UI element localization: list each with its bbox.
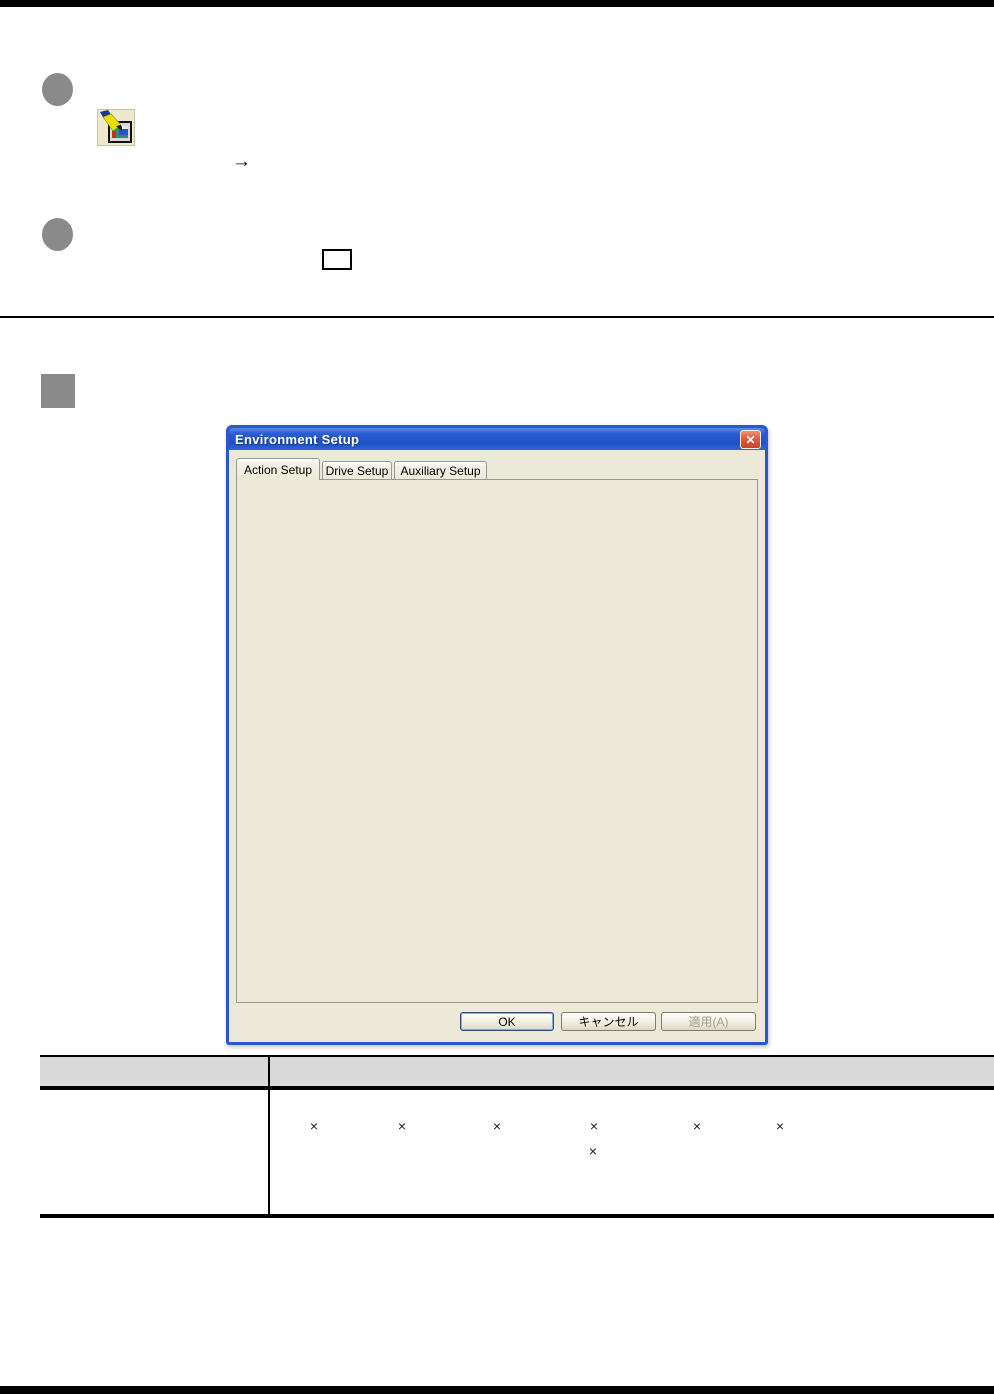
key-box [322,249,352,270]
table-x-mark: × [492,1118,502,1134]
tab-label: Auxiliary Setup [400,464,481,478]
environment-setup-dialog: Environment Setup ✕ Action Setup Drive S… [226,425,768,1045]
table-x-mark: × [692,1118,702,1134]
table-bottom-border [40,1214,994,1218]
table-column-divider [268,1055,270,1214]
close-icon: ✕ [745,432,756,447]
tab-drive-setup[interactable]: Drive Setup [322,461,392,480]
apply-button[interactable]: 適用(A) [661,1012,756,1031]
flow-arrow: → [232,151,251,172]
page-bottom-rule [0,1386,994,1394]
table-x-mark: × [309,1118,319,1134]
table-x-mark: × [397,1118,407,1134]
table-x-mark: × [589,1118,599,1134]
table-header-row [40,1057,994,1086]
table-header-border [40,1086,994,1090]
close-button[interactable]: ✕ [740,430,761,449]
page-top-rule [0,0,994,7]
section-marker [41,374,75,408]
section-divider [0,316,994,318]
dialog-titlebar[interactable]: Environment Setup ✕ [229,428,765,450]
tab-page-action-setup [236,479,758,1003]
cancel-button[interactable]: キャンセル [561,1012,656,1031]
step-marker-1 [42,73,73,106]
table-x-mark: × [775,1118,785,1134]
tab-label: Drive Setup [325,464,389,478]
step-marker-2 [42,218,73,251]
ok-button[interactable]: OK [460,1012,554,1031]
tab-label: Action Setup [243,462,313,477]
tab-auxiliary-setup[interactable]: Auxiliary Setup [394,461,487,480]
tab-action-setup[interactable]: Action Setup [236,458,320,480]
table-x-mark-secondary: × [588,1143,598,1159]
manual-page: → Environment Setup ✕ Action Setup Drive… [0,0,994,1394]
environment-setup-icon [97,109,135,146]
dialog-title: Environment Setup [235,431,360,447]
